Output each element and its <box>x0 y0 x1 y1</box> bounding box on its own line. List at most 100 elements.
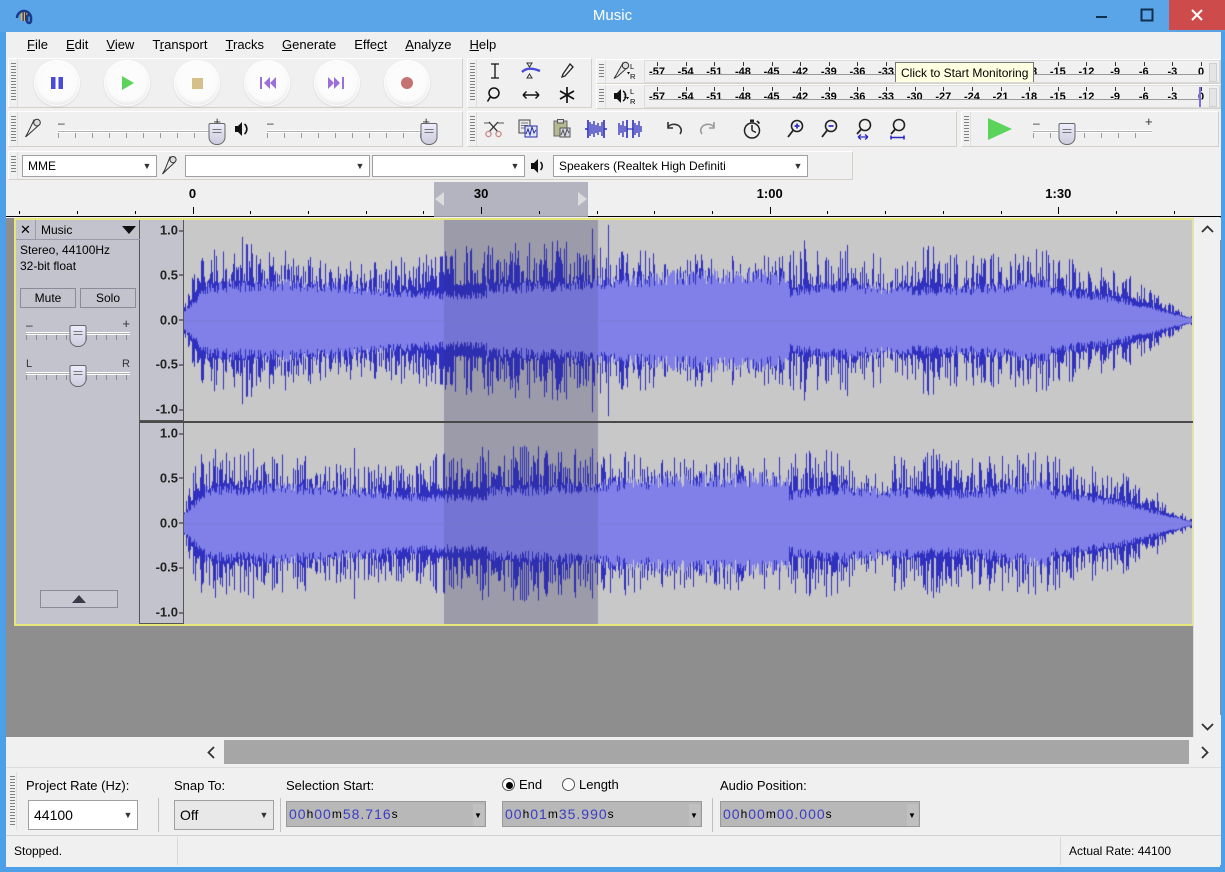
audio-position-spinner[interactable]: ▼ <box>907 804 918 826</box>
unit-seconds: s <box>826 807 833 821</box>
audio-host-select[interactable]: MME ▼ <box>22 155 157 177</box>
close-track-button[interactable]: ✕ <box>16 220 36 240</box>
edit-toolbar <box>467 111 957 147</box>
quick-play-handle[interactable] <box>435 192 444 206</box>
selection-tool[interactable] <box>477 59 513 83</box>
zoom-in-button[interactable] <box>779 113 813 145</box>
recording-meter-grabber[interactable] <box>597 60 606 83</box>
record-button[interactable] <box>372 60 442 106</box>
playback-volume-thumb[interactable] <box>421 123 438 145</box>
recording-device-select[interactable]: ▼ <box>185 155 370 177</box>
draw-tool[interactable] <box>549 59 585 83</box>
end-radio[interactable]: End <box>502 777 542 792</box>
minimize-button[interactable] <box>1079 0 1124 30</box>
redo-button[interactable] <box>691 113 725 145</box>
playback-volume-slider[interactable]: – + <box>261 112 436 146</box>
menu-effect[interactable]: Effect <box>345 34 396 55</box>
edit-toolbar-grabber[interactable] <box>468 112 477 146</box>
tools-toolbar-grabber[interactable] <box>468 59 477 107</box>
recording-volume-thumb[interactable] <box>208 123 225 145</box>
menu-tracks[interactable]: Tracks <box>217 34 274 55</box>
skip-to-start-button[interactable] <box>232 60 302 106</box>
waveform-canvas[interactable] <box>184 220 1192 421</box>
multi-tool[interactable] <box>549 83 585 107</box>
quick-play-handle[interactable] <box>578 192 587 206</box>
menu-transport[interactable]: Transport <box>143 34 216 55</box>
undo-button[interactable] <box>657 113 691 145</box>
mixer-toolbar-grabber[interactable] <box>9 112 18 146</box>
play-speed-thumb[interactable] <box>1059 123 1076 145</box>
selection-start-spinner[interactable]: ▼ <box>473 804 484 826</box>
recording-channels-select[interactable]: ▼ <box>372 155 525 177</box>
cut-button[interactable] <box>477 113 511 145</box>
horizontal-scroll-thumb[interactable] <box>224 740 1189 764</box>
trim-audio-button[interactable] <box>579 113 613 145</box>
selection-end-field[interactable]: 00 h 01 m 35.990 s ▼ <box>502 801 702 827</box>
scroll-right-button[interactable] <box>1191 739 1217 765</box>
vertical-scrollbar[interactable] <box>1193 218 1220 737</box>
zoom-out-button[interactable] <box>813 113 847 145</box>
play-at-speed-button[interactable] <box>971 116 1027 142</box>
selection-end-spinner[interactable]: ▼ <box>689 804 700 826</box>
waveform-channel-2[interactable] <box>184 423 1192 624</box>
pan-thumb[interactable] <box>70 365 87 387</box>
speaker-icon: L R <box>606 86 644 107</box>
playback-meter-bar[interactable]: -57-54-51-48-45-42-39-36-33-30-27-24-21-… <box>644 85 1220 108</box>
playback-device-select[interactable]: Speakers (Realtek High Definiti ▼ <box>553 155 808 177</box>
track-collapse-button[interactable] <box>40 590 118 608</box>
skip-to-end-button[interactable] <box>302 60 372 106</box>
track-pan-slider[interactable]: L R <box>20 354 136 390</box>
maximize-button[interactable] <box>1124 0 1169 30</box>
timeline-ruler[interactable]: -300301:001:302:002:303:003:304:00 <box>6 182 1221 217</box>
playback-meter-grabber[interactable] <box>597 85 606 108</box>
sync-lock-button[interactable] <box>735 113 769 145</box>
play-speed-slider[interactable]: – + <box>1027 112 1212 146</box>
play-button[interactable] <box>92 60 162 106</box>
menu-help[interactable]: Help <box>461 34 506 55</box>
fit-project-button[interactable] <box>881 113 915 145</box>
playback-volume-min-label: – <box>267 116 274 130</box>
waveform-channel-1[interactable] <box>184 220 1192 421</box>
fit-selection-button[interactable] <box>847 113 881 145</box>
silence-audio-button[interactable] <box>613 113 647 145</box>
time-shift-tool[interactable] <box>513 83 549 107</box>
scroll-up-button[interactable] <box>1194 218 1221 240</box>
track-gain-slider[interactable]: – + <box>20 314 136 350</box>
vertical-ruler-channel-1: 1.00.50.0-0.5-1.0 <box>140 220 184 421</box>
length-radio[interactable]: Length <box>562 777 619 792</box>
copy-button[interactable] <box>511 113 545 145</box>
menu-generate[interactable]: Generate <box>273 34 345 55</box>
selection-start-field[interactable]: 00 h 00 m 58.716 s ▼ <box>286 801 486 827</box>
gain-thumb[interactable] <box>70 325 87 347</box>
unit-hours: h <box>307 807 315 821</box>
close-button[interactable] <box>1169 0 1225 30</box>
microphone-icon <box>157 155 185 177</box>
envelope-tool[interactable] <box>513 59 549 83</box>
menu-view[interactable]: View <box>97 34 143 55</box>
scroll-down-button[interactable] <box>1194 715 1221 737</box>
waveform-canvas[interactable] <box>184 423 1192 624</box>
menu-analyze[interactable]: Analyze <box>396 34 460 55</box>
mute-button[interactable]: Mute <box>20 288 76 308</box>
play-at-speed-grabber[interactable] <box>962 112 971 146</box>
audio-position-field[interactable]: 00 h 00 m 00.000 s ▼ <box>720 801 920 827</box>
selection-toolbar-grabber[interactable] <box>8 772 17 830</box>
paste-button[interactable] <box>545 113 579 145</box>
menu-file[interactable]: File <box>18 34 57 55</box>
recording-volume-slider[interactable]: – + <box>52 112 227 146</box>
zoom-tool[interactable] <box>477 83 513 107</box>
track-menu-button[interactable] <box>118 225 140 235</box>
menu-edit[interactable]: Edit <box>57 34 97 55</box>
scroll-left-button[interactable] <box>198 739 224 765</box>
transport-toolbar-grabber[interactable] <box>9 59 18 107</box>
unit-minutes: m <box>332 807 343 821</box>
pause-button[interactable] <box>22 60 92 106</box>
project-rate-select[interactable]: 44100 ▼ <box>28 800 138 830</box>
stop-button[interactable] <box>162 60 232 106</box>
device-toolbar-grabber[interactable] <box>9 152 18 179</box>
recording-meter-bar[interactable]: -57-54-51-48-45-42-39-36-33-30-27-24-21-… <box>644 60 1220 83</box>
selection-end-hours: 00 <box>505 806 523 822</box>
horizontal-scrollbar[interactable] <box>6 737 1221 767</box>
snap-to-select[interactable]: Off ▼ <box>174 800 274 830</box>
solo-button[interactable]: Solo <box>80 288 136 308</box>
